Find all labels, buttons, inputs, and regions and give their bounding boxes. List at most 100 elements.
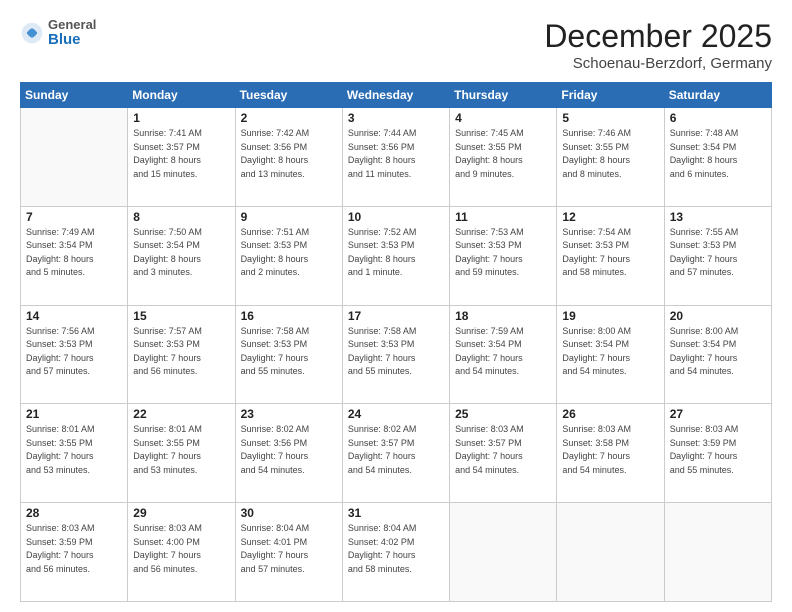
calendar-week-row: 21 Sunrise: 8:01 AM Sunset: 3:55 PM Dayli… <box>21 404 772 503</box>
calendar-cell: 11 Sunrise: 7:53 AM Sunset: 3:53 PM Dayli… <box>450 206 557 305</box>
day-info: Sunrise: 8:02 AM Sunset: 3:56 PM Dayligh… <box>241 423 337 477</box>
weekday-header-friday: Friday <box>557 83 664 108</box>
day-number: 4 <box>455 111 551 125</box>
day-number: 16 <box>241 309 337 323</box>
calendar-cell: 20 Sunrise: 8:00 AM Sunset: 3:54 PM Dayli… <box>664 305 771 404</box>
calendar-cell: 4 Sunrise: 7:45 AM Sunset: 3:55 PM Daylig… <box>450 108 557 207</box>
day-number: 10 <box>348 210 444 224</box>
day-number: 6 <box>670 111 766 125</box>
day-number: 31 <box>348 506 444 520</box>
weekday-header-saturday: Saturday <box>664 83 771 108</box>
calendar-cell: 25 Sunrise: 8:03 AM Sunset: 3:57 PM Dayli… <box>450 404 557 503</box>
day-info: Sunrise: 8:03 AM Sunset: 4:00 PM Dayligh… <box>133 522 229 576</box>
weekday-header-wednesday: Wednesday <box>342 83 449 108</box>
day-number: 20 <box>670 309 766 323</box>
weekday-header-tuesday: Tuesday <box>235 83 342 108</box>
calendar-cell: 8Sunrise: 7:50 AM Sunset: 3:54 PM Daylig… <box>128 206 235 305</box>
day-number: 12 <box>562 210 658 224</box>
day-info: Sunrise: 8:04 AM Sunset: 4:01 PM Dayligh… <box>241 522 337 576</box>
day-info: Sunrise: 7:55 AM Sunset: 3:53 PM Dayligh… <box>670 226 766 280</box>
day-number: 29 <box>133 506 229 520</box>
day-number: 13 <box>670 210 766 224</box>
calendar-cell: 19 Sunrise: 8:00 AM Sunset: 3:54 PM Dayli… <box>557 305 664 404</box>
day-info: Sunrise: 7:49 AM Sunset: 3:54 PM Dayligh… <box>26 226 122 280</box>
weekday-header-thursday: Thursday <box>450 83 557 108</box>
calendar-cell: 14 Sunrise: 7:56 AM Sunset: 3:53 PM Dayli… <box>21 305 128 404</box>
day-info: Sunrise: 7:51 AM Sunset: 3:53 PM Dayligh… <box>241 226 337 280</box>
day-number: 23 <box>241 407 337 421</box>
day-number: 5 <box>562 111 658 125</box>
header: General Blue December 2025 Schoenau-Berz… <box>20 18 772 72</box>
day-number: 3 <box>348 111 444 125</box>
day-number: 11 <box>455 210 551 224</box>
logo-text: General Blue <box>48 18 96 49</box>
calendar-week-row: 7 Sunrise: 7:49 AM Sunset: 3:54 PM Daylig… <box>21 206 772 305</box>
logo-blue-text: Blue <box>48 32 96 49</box>
day-number: 30 <box>241 506 337 520</box>
day-info: Sunrise: 7:57 AM Sunset: 3:53 PM Dayligh… <box>133 325 229 379</box>
day-info: Sunrise: 7:53 AM Sunset: 3:53 PM Dayligh… <box>455 226 551 280</box>
calendar-week-row: 28Sunrise: 8:03 AM Sunset: 3:59 PM Dayli… <box>21 503 772 602</box>
day-number: 25 <box>455 407 551 421</box>
day-info: Sunrise: 8:01 AM Sunset: 3:55 PM Dayligh… <box>26 423 122 477</box>
day-info: Sunrise: 7:48 AM Sunset: 3:54 PM Dayligh… <box>670 127 766 181</box>
calendar-cell: 7 Sunrise: 7:49 AM Sunset: 3:54 PM Daylig… <box>21 206 128 305</box>
day-info: Sunrise: 7:52 AM Sunset: 3:53 PM Dayligh… <box>348 226 444 280</box>
day-number: 8 <box>133 210 229 224</box>
day-number: 7 <box>26 210 122 224</box>
day-info: Sunrise: 7:58 AM Sunset: 3:53 PM Dayligh… <box>348 325 444 379</box>
day-number: 28 <box>26 506 122 520</box>
day-info: Sunrise: 7:58 AM Sunset: 3:53 PM Dayligh… <box>241 325 337 379</box>
calendar-cell: 31Sunrise: 8:04 AM Sunset: 4:02 PM Dayli… <box>342 503 449 602</box>
calendar-cell <box>450 503 557 602</box>
title-location: Schoenau-Berzdorf, Germany <box>544 55 772 72</box>
weekday-header-monday: Monday <box>128 83 235 108</box>
calendar-week-row: 14 Sunrise: 7:56 AM Sunset: 3:53 PM Dayli… <box>21 305 772 404</box>
calendar-cell: 27Sunrise: 8:03 AM Sunset: 3:59 PM Dayli… <box>664 404 771 503</box>
day-number: 14 <box>26 309 122 323</box>
day-info: Sunrise: 7:45 AM Sunset: 3:55 PM Dayligh… <box>455 127 551 181</box>
day-number: 24 <box>348 407 444 421</box>
day-number: 27 <box>670 407 766 421</box>
calendar-cell: 22 Sunrise: 8:01 AM Sunset: 3:55 PM Dayli… <box>128 404 235 503</box>
day-number: 1 <box>133 111 229 125</box>
day-number: 22 <box>133 407 229 421</box>
calendar-cell: 5Sunrise: 7:46 AM Sunset: 3:55 PM Daylig… <box>557 108 664 207</box>
calendar-week-row: 1Sunrise: 7:41 AM Sunset: 3:57 PM Daylig… <box>21 108 772 207</box>
calendar-cell: 21 Sunrise: 8:01 AM Sunset: 3:55 PM Dayli… <box>21 404 128 503</box>
calendar-cell: 12Sunrise: 7:54 AM Sunset: 3:53 PM Dayli… <box>557 206 664 305</box>
calendar-cell: 2 Sunrise: 7:42 AM Sunset: 3:56 PM Daylig… <box>235 108 342 207</box>
day-number: 26 <box>562 407 658 421</box>
day-info: Sunrise: 8:00 AM Sunset: 3:54 PM Dayligh… <box>562 325 658 379</box>
day-info: Sunrise: 7:59 AM Sunset: 3:54 PM Dayligh… <box>455 325 551 379</box>
logo-icon <box>20 21 44 45</box>
day-number: 9 <box>241 210 337 224</box>
calendar-cell: 15 Sunrise: 7:57 AM Sunset: 3:53 PM Dayli… <box>128 305 235 404</box>
calendar-cell: 23 Sunrise: 8:02 AM Sunset: 3:56 PM Dayli… <box>235 404 342 503</box>
day-info: Sunrise: 8:03 AM Sunset: 3:57 PM Dayligh… <box>455 423 551 477</box>
calendar-cell: 10 Sunrise: 7:52 AM Sunset: 3:53 PM Dayli… <box>342 206 449 305</box>
calendar-cell: 29 Sunrise: 8:03 AM Sunset: 4:00 PM Dayli… <box>128 503 235 602</box>
day-number: 21 <box>26 407 122 421</box>
logo-general-text: General <box>48 18 96 32</box>
day-info: Sunrise: 8:00 AM Sunset: 3:54 PM Dayligh… <box>670 325 766 379</box>
weekday-header-sunday: Sunday <box>21 83 128 108</box>
title-block: December 2025 Schoenau-Berzdorf, Germany <box>544 18 772 72</box>
day-info: Sunrise: 7:56 AM Sunset: 3:53 PM Dayligh… <box>26 325 122 379</box>
calendar-cell: 3Sunrise: 7:44 AM Sunset: 3:56 PM Daylig… <box>342 108 449 207</box>
calendar-cell: 16 Sunrise: 7:58 AM Sunset: 3:53 PM Dayli… <box>235 305 342 404</box>
day-number: 18 <box>455 309 551 323</box>
calendar-cell: 13 Sunrise: 7:55 AM Sunset: 3:53 PM Dayli… <box>664 206 771 305</box>
calendar-cell: 6 Sunrise: 7:48 AM Sunset: 3:54 PM Daylig… <box>664 108 771 207</box>
calendar-cell <box>664 503 771 602</box>
title-month: December 2025 <box>544 18 772 55</box>
day-number: 2 <box>241 111 337 125</box>
day-number: 19 <box>562 309 658 323</box>
day-info: Sunrise: 8:01 AM Sunset: 3:55 PM Dayligh… <box>133 423 229 477</box>
day-number: 15 <box>133 309 229 323</box>
calendar-cell: 18 Sunrise: 7:59 AM Sunset: 3:54 PM Dayli… <box>450 305 557 404</box>
calendar-table: SundayMondayTuesdayWednesdayThursdayFrid… <box>20 82 772 602</box>
calendar-cell: 17Sunrise: 7:58 AM Sunset: 3:53 PM Dayli… <box>342 305 449 404</box>
day-info: Sunrise: 8:02 AM Sunset: 3:57 PM Dayligh… <box>348 423 444 477</box>
day-info: Sunrise: 7:42 AM Sunset: 3:56 PM Dayligh… <box>241 127 337 181</box>
